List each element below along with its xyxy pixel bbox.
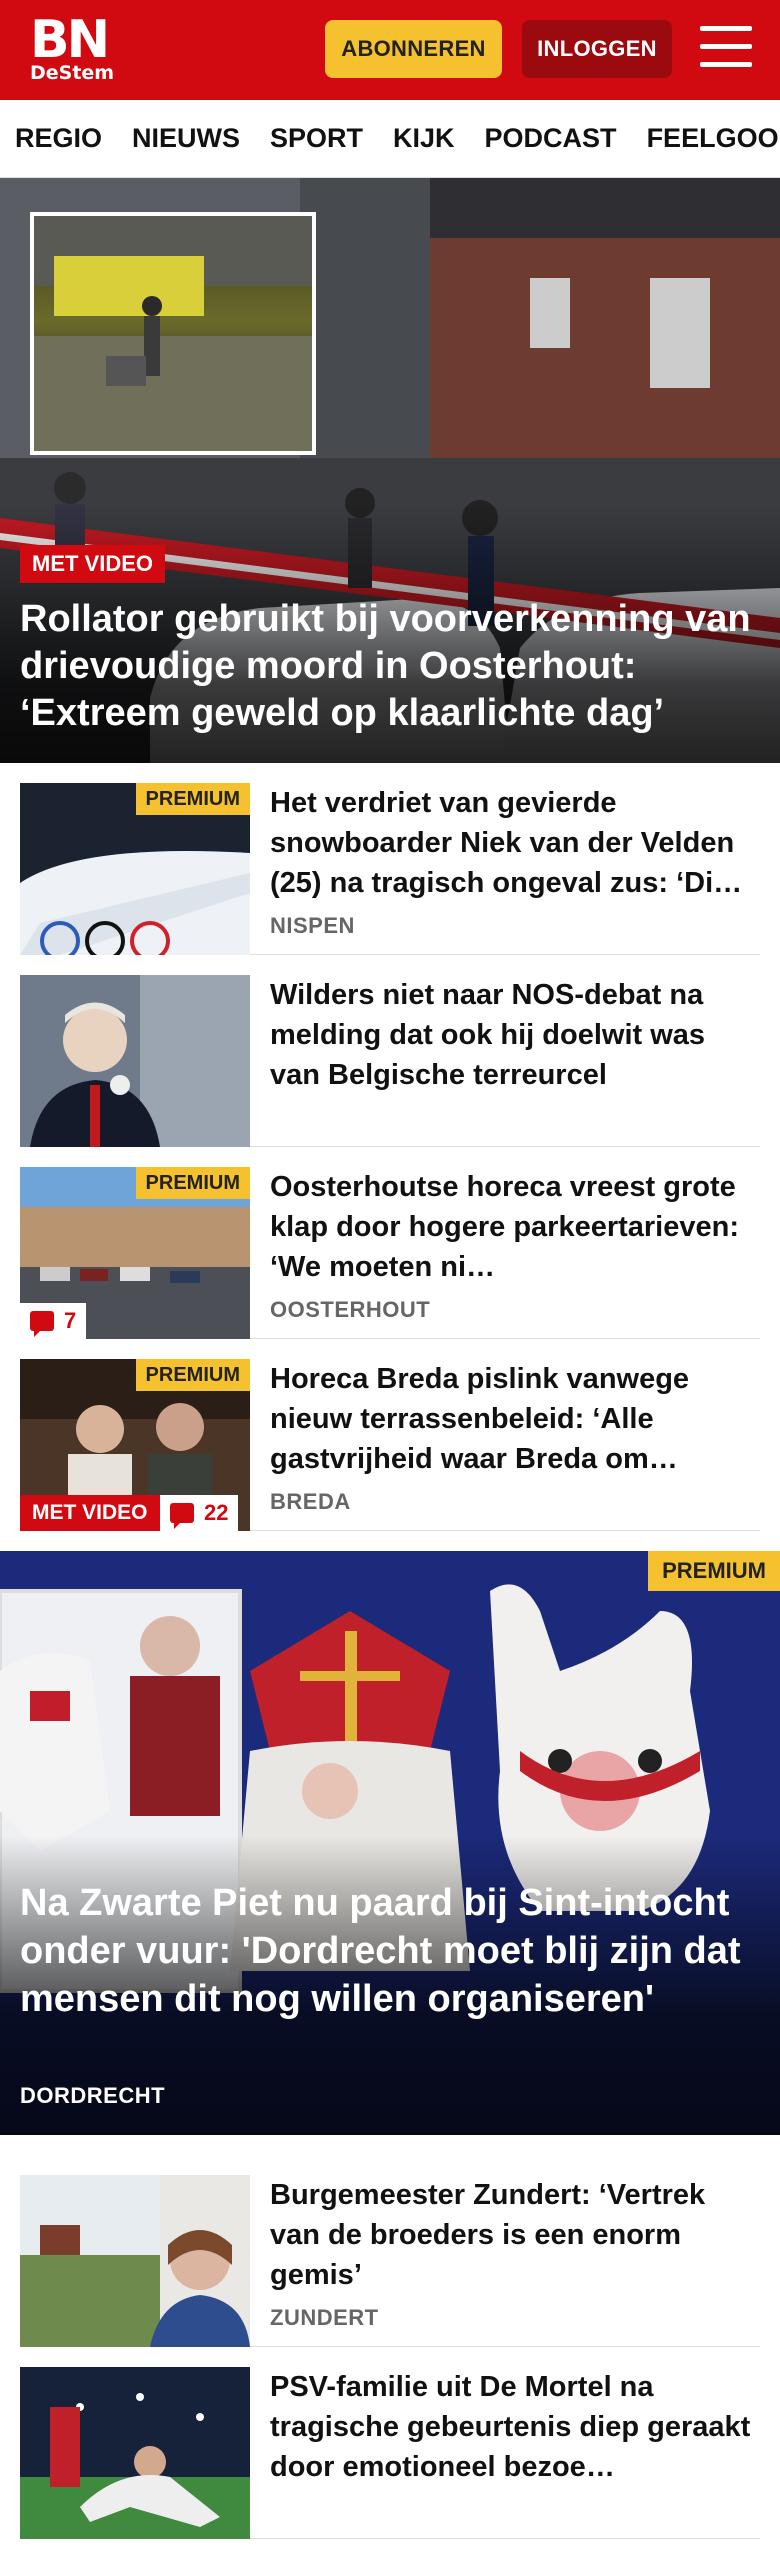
article-location: BREDA <box>270 1489 351 1514</box>
list-item[interactable]: PREMIUM MET VIDEO 22 Horeca Breda pislin… <box>20 1339 760 1531</box>
premium-badge: PREMIUM <box>135 1359 250 1391</box>
article-location: NISPEN <box>270 913 355 938</box>
nav-item-regio[interactable]: REGIO <box>15 123 102 154</box>
article-thumbnail <box>20 975 250 1147</box>
comment-count: 22 <box>204 1500 229 1525</box>
login-button[interactable]: INLOGGEN <box>522 20 672 78</box>
article-headline[interactable]: Horeca Breda pislink vanwege nieuw terra… <box>270 1359 760 1479</box>
article-thumbnail: PREMIUM MET VIDEO 22 <box>20 1359 250 1531</box>
article-headline[interactable]: Oosterhoutse horeca vreest grote klap do… <box>270 1167 760 1287</box>
article-location: OOSTERHOUT <box>270 1297 431 1322</box>
section-nav: REGIO NIEUWS SPORT KIJK PODCAST FEELGOOD <box>0 100 780 178</box>
article-thumbnail <box>20 2367 250 2539</box>
list-item[interactable]: PSV-familie uit De Mortel na tragische g… <box>20 2347 760 2539</box>
article-thumbnail: PREMIUM 7 <box>20 1167 250 1339</box>
video-tag: MET VIDEO <box>20 1495 160 1531</box>
logo-sub: DeStem <box>30 62 115 84</box>
article-headline[interactable]: Het verdriet van gevierde snowboarder Ni… <box>270 783 760 903</box>
hero-article[interactable]: MET VIDEO Rollator gebruikt bij voorverk… <box>0 178 780 763</box>
article-location: ZUNDERT <box>270 2305 379 2330</box>
comment-count-badge[interactable]: 22 <box>160 1495 239 1531</box>
premium-badge: PREMIUM <box>135 783 250 815</box>
nav-item-sport[interactable]: SPORT <box>270 123 363 154</box>
hamburger-menu-icon[interactable] <box>700 26 752 72</box>
nav-item-nieuws[interactable]: NIEUWS <box>132 123 240 154</box>
hero-headline[interactable]: Rollator gebruikt bij voorverkenning van… <box>20 596 765 737</box>
feature-headline[interactable]: Na Zwarte Piet nu paard bij Sint-intocht… <box>20 1879 765 2023</box>
comment-count: 7 <box>64 1308 77 1333</box>
nav-item-kijk[interactable]: KIJK <box>393 123 455 154</box>
article-headline[interactable]: Wilders niet naar NOS-debat na melding d… <box>270 975 760 1095</box>
article-headline[interactable]: Burgemeester Zundert: ‘Vertrek van de br… <box>270 2175 760 2295</box>
site-logo[interactable]: BN DeStem <box>30 14 114 83</box>
list-item[interactable]: PREMIUM 7 Oosterhoutse horeca vreest gro… <box>20 1147 760 1339</box>
article-list-2: Burgemeester Zundert: ‘Vertrek van de br… <box>0 2155 780 2539</box>
nav-item-feelgood[interactable]: FEELGOOD <box>647 123 780 154</box>
article-list: PREMIUM Het verdriet van gevierde snowbo… <box>0 763 780 1531</box>
article-thumbnail: PREMIUM <box>20 783 250 955</box>
logo-main: BN <box>30 10 110 70</box>
premium-badge: PREMIUM <box>648 1551 780 1591</box>
video-tag: MET VIDEO <box>20 545 166 583</box>
subscribe-button[interactable]: ABONNEREN <box>325 20 502 78</box>
premium-badge: PREMIUM <box>135 1167 250 1199</box>
article-thumbnail <box>20 2175 250 2347</box>
list-item[interactable]: PREMIUM Het verdriet van gevierde snowbo… <box>20 763 760 955</box>
list-item[interactable]: Wilders niet naar NOS-debat na melding d… <box>20 955 760 1147</box>
comment-bubble-icon <box>30 1311 54 1337</box>
article-headline[interactable]: PSV-familie uit De Mortel na tragische g… <box>270 2367 760 2487</box>
comment-bubble-icon <box>170 1503 194 1529</box>
hero-inset-video-still <box>30 212 316 455</box>
feature-location: DORDRECHT <box>20 2083 166 2108</box>
feature-article[interactable]: PREMIUM Na Zwarte Piet nu paard bij Sint… <box>0 1551 780 2135</box>
site-header: BN DeStem ABONNEREN INLOGGEN <box>0 0 780 100</box>
comment-count-badge[interactable]: 7 <box>20 1303 87 1339</box>
nav-item-podcast[interactable]: PODCAST <box>485 123 617 154</box>
list-item[interactable]: Burgemeester Zundert: ‘Vertrek van de br… <box>20 2155 760 2347</box>
